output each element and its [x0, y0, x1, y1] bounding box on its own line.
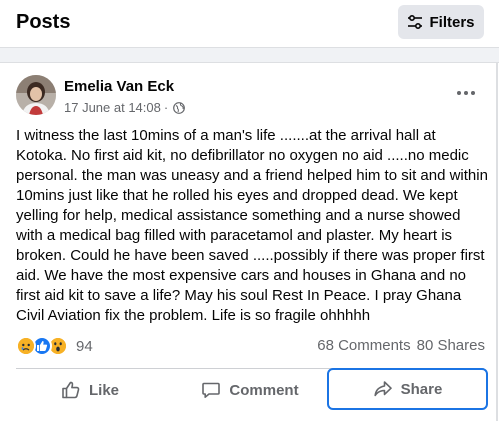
- more-icon: [457, 91, 475, 95]
- share-icon: [374, 381, 392, 397]
- sad-reaction-icon: [16, 336, 36, 356]
- share-label: Share: [400, 380, 443, 398]
- comments-count[interactable]: 68 Comments: [317, 337, 410, 354]
- globe-icon: [173, 101, 186, 114]
- reactions-summary[interactable]: 94: [16, 335, 93, 357]
- comment-label: Comment: [229, 381, 299, 399]
- filters-button[interactable]: Filters: [398, 5, 484, 39]
- share-button[interactable]: Share: [327, 368, 488, 410]
- post-stats: 68 Comments 80 Shares: [317, 337, 485, 354]
- more-options-button[interactable]: [452, 81, 480, 105]
- filters-label: Filters: [429, 13, 475, 31]
- like-label: Like: [88, 381, 119, 399]
- meta-separator: ·: [163, 100, 169, 115]
- post-actions: Like Comment Share: [0, 368, 499, 410]
- filters-icon: [407, 14, 423, 30]
- post-date[interactable]: 17 June at 14:08: [64, 100, 161, 115]
- page-header: Posts Filters: [0, 0, 499, 48]
- post-meta: 17 June at 14:08 ·: [64, 100, 186, 115]
- reaction-count: 94: [76, 337, 93, 355]
- post-author[interactable]: Emelia Van Eck: [64, 78, 174, 95]
- like-button[interactable]: Like: [10, 370, 170, 410]
- page-title: Posts: [16, 11, 71, 33]
- like-icon: [62, 381, 80, 399]
- post-card: Emelia Van Eck 17 June at 14:08 · I witn…: [0, 62, 499, 421]
- avatar[interactable]: [16, 75, 56, 115]
- comment-icon: [202, 382, 221, 398]
- post-text: I witness the last 10mins of a man's lif…: [16, 127, 488, 324]
- shares-count[interactable]: 80 Shares: [417, 337, 485, 354]
- comment-button[interactable]: Comment: [170, 370, 330, 410]
- card-edge: [496, 62, 498, 421]
